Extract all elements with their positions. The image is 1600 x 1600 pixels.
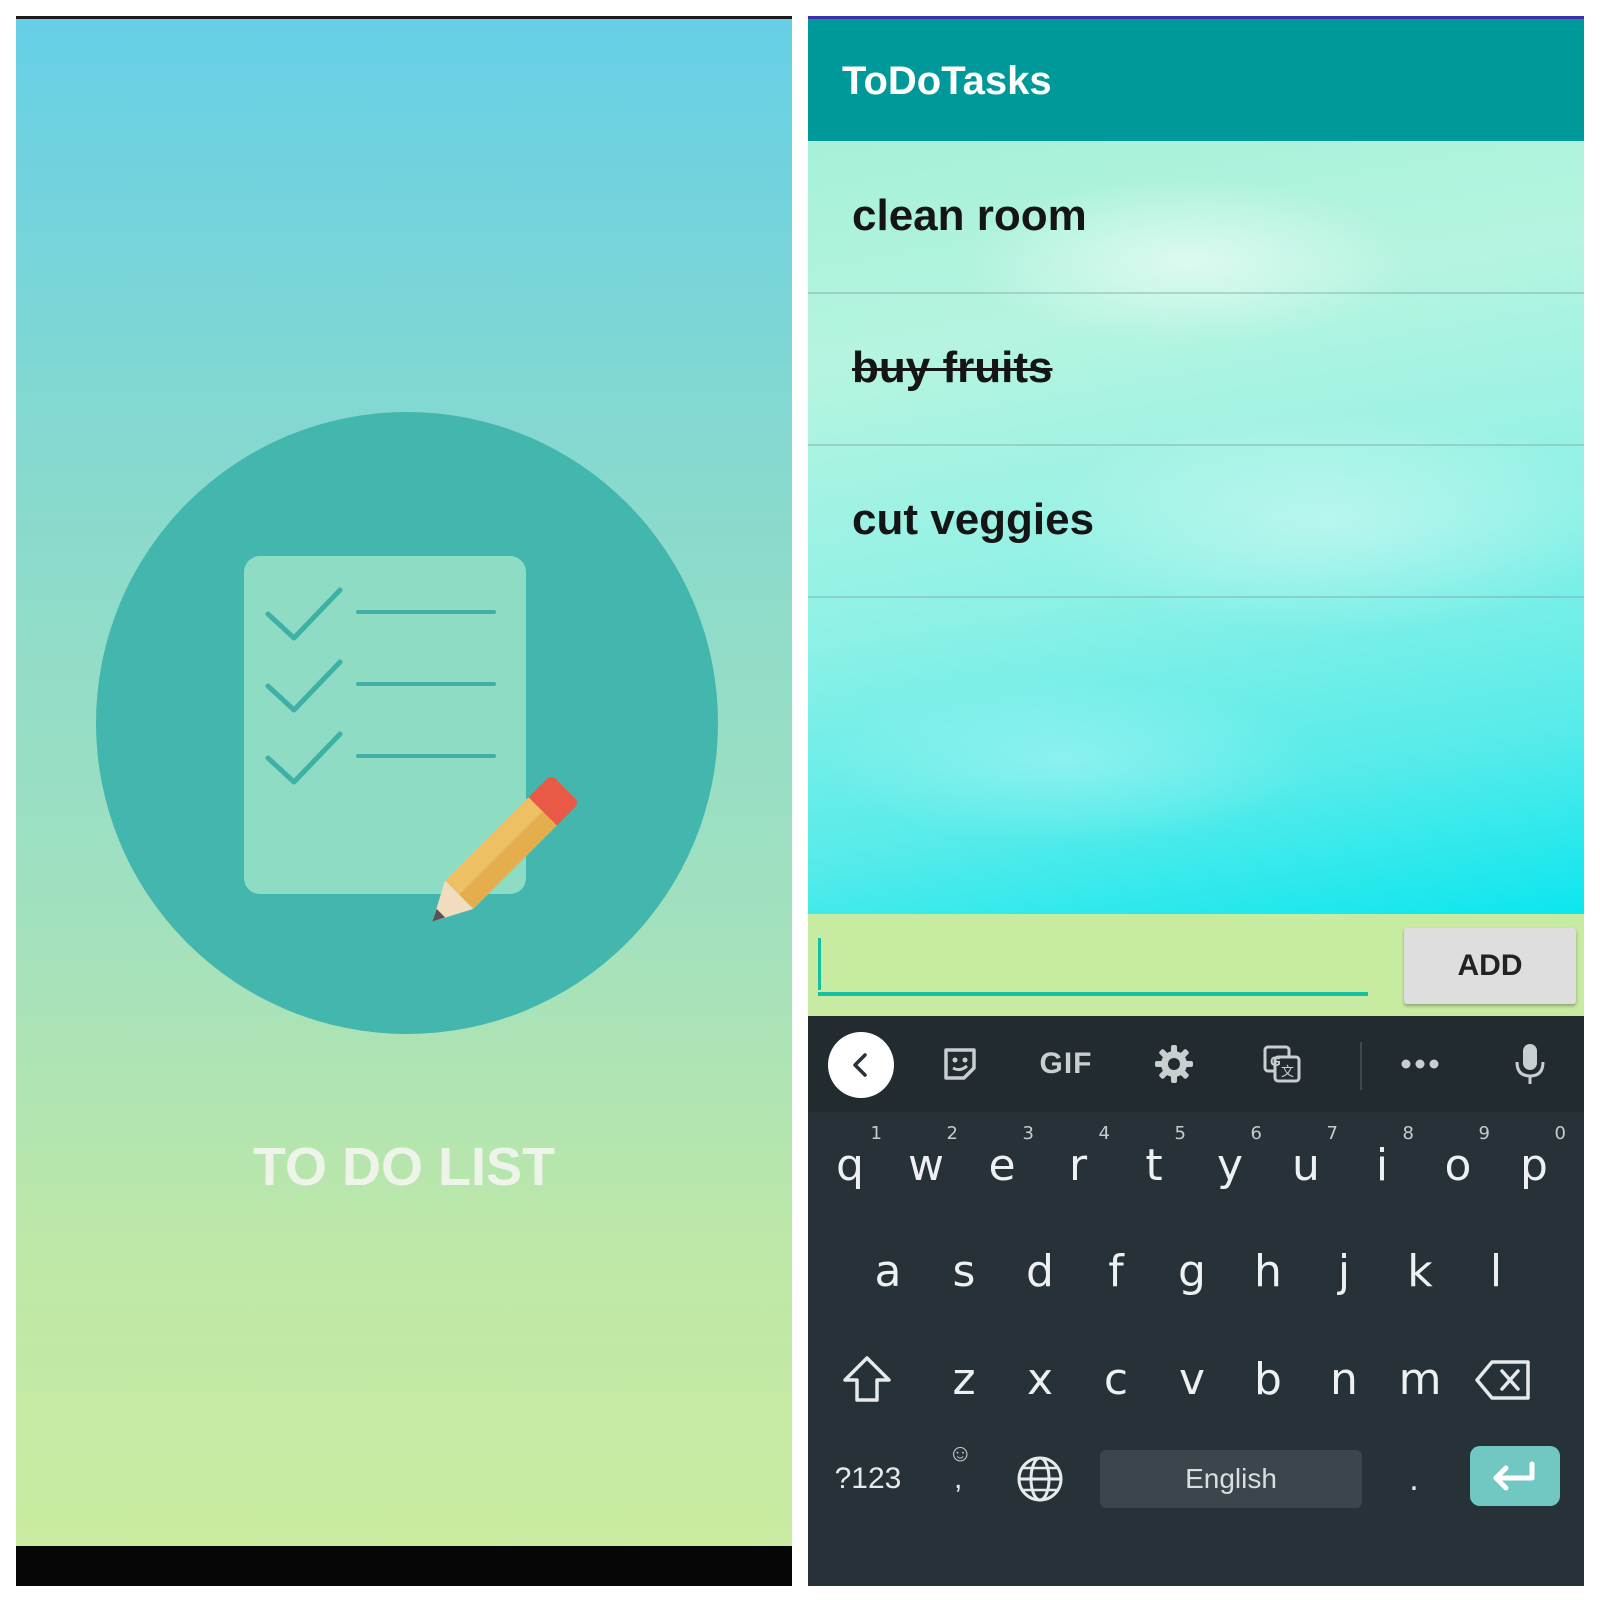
- navigation-bar: [808, 1562, 1584, 1586]
- key-hint: 2: [946, 1123, 958, 1144]
- key-h[interactable]: h: [1230, 1222, 1306, 1322]
- task-item[interactable]: cut veggies: [808, 445, 1584, 598]
- key-c[interactable]: c: [1078, 1330, 1154, 1430]
- navigation-bar: [16, 1546, 792, 1586]
- key-x[interactable]: x: [1002, 1330, 1078, 1430]
- key-f[interactable]: f: [1078, 1222, 1154, 1322]
- key-y[interactable]: y6: [1192, 1116, 1268, 1216]
- comma-label: ,: [954, 1462, 963, 1495]
- key-hint: 0: [1554, 1123, 1566, 1144]
- globe-icon[interactable]: [1014, 1454, 1066, 1506]
- key-hint: 6: [1250, 1123, 1262, 1144]
- key-n[interactable]: n: [1306, 1330, 1382, 1430]
- key-u[interactable]: u7: [1268, 1116, 1344, 1216]
- task-list: clean room buy fruits cut veggies: [808, 141, 1584, 914]
- key-p[interactable]: p0: [1496, 1116, 1572, 1216]
- splash-title: TO DO LIST: [252, 1137, 555, 1197]
- key-label: p: [1520, 1140, 1548, 1191]
- key-l[interactable]: l: [1458, 1222, 1534, 1322]
- key-hint: 4: [1098, 1123, 1110, 1144]
- gif-button[interactable]: GIF: [1026, 1040, 1106, 1088]
- key-b[interactable]: b: [1230, 1330, 1306, 1430]
- task-text: cut veggies: [852, 495, 1095, 544]
- key-label: t: [1145, 1140, 1163, 1191]
- emoji-comma-key[interactable]: ☺ ,: [940, 1428, 984, 1508]
- toolbar-divider: [1360, 1042, 1362, 1090]
- task-item[interactable]: buy fruits: [808, 293, 1584, 446]
- key-hint: 1: [870, 1123, 882, 1144]
- task-text: clean room: [852, 191, 1087, 240]
- key-r[interactable]: r4: [1040, 1116, 1116, 1216]
- key-label: e: [988, 1140, 1016, 1191]
- keyboard: GIF G文 q 1 w 2 e 3 r 4 t 5 y 6 u 7 i 8 o…: [808, 1016, 1584, 1586]
- key-row-2: a s d f g h j k l: [808, 1222, 1584, 1322]
- key-j[interactable]: j: [1306, 1222, 1382, 1322]
- period-key[interactable]: .: [1392, 1450, 1436, 1508]
- enter-icon: [1493, 1461, 1535, 1491]
- pencil-icon: [432, 777, 577, 922]
- key-label: w: [908, 1140, 944, 1191]
- key-hint: 7: [1326, 1123, 1338, 1144]
- key-g[interactable]: g: [1154, 1222, 1230, 1322]
- symbols-key[interactable]: ?123: [828, 1450, 908, 1508]
- gear-icon[interactable]: [1150, 1040, 1198, 1088]
- new-task-bar: ADD: [808, 914, 1584, 1016]
- app-bar: ToDoTasks: [808, 19, 1584, 141]
- key-q[interactable]: q1: [812, 1116, 888, 1216]
- key-d[interactable]: d: [1002, 1222, 1078, 1322]
- key-s[interactable]: s: [926, 1222, 1002, 1322]
- key-label: y: [1216, 1140, 1244, 1191]
- task-item[interactable]: clean room: [808, 141, 1584, 294]
- key-row-1: q1 w2 e3 r4 t5 y6 u7 i8 o9 p0: [808, 1116, 1584, 1216]
- add-button[interactable]: ADD: [1404, 928, 1576, 1004]
- key-hint: 5: [1174, 1123, 1186, 1144]
- key-e[interactable]: e3: [964, 1116, 1040, 1216]
- check-item-icon: [264, 582, 504, 642]
- gif-label: GIF: [1039, 1047, 1093, 1080]
- key-label: u: [1292, 1140, 1320, 1191]
- splash-screen: TO DO LIST: [16, 16, 792, 1586]
- key-i[interactable]: i8: [1344, 1116, 1420, 1216]
- key-label: i: [1375, 1140, 1389, 1191]
- key-label: o: [1444, 1140, 1472, 1191]
- backspace-icon[interactable]: [1472, 1358, 1534, 1404]
- app-title: ToDoTasks: [842, 59, 1052, 103]
- keyboard-toolbar: GIF G文: [808, 1016, 1584, 1112]
- more-icon[interactable]: [1396, 1040, 1444, 1088]
- sticker-icon[interactable]: [936, 1040, 984, 1088]
- key-hint: 9: [1478, 1123, 1490, 1144]
- key-row-3: z x c v b n m: [808, 1330, 1584, 1430]
- shift-icon[interactable]: [836, 1354, 898, 1406]
- key-z[interactable]: z: [926, 1330, 1002, 1430]
- microphone-icon[interactable]: [1506, 1040, 1554, 1088]
- key-hint: 3: [1022, 1123, 1034, 1144]
- svg-text:文: 文: [1281, 1065, 1294, 1080]
- key-m[interactable]: m: [1382, 1330, 1458, 1430]
- status-bar: [16, 16, 792, 19]
- text-cursor: [818, 938, 821, 990]
- key-t[interactable]: t5: [1116, 1116, 1192, 1216]
- enter-key[interactable]: [1470, 1446, 1560, 1506]
- key-v[interactable]: v: [1154, 1330, 1230, 1430]
- key-k[interactable]: k: [1382, 1222, 1458, 1322]
- key-label: q: [836, 1140, 864, 1191]
- new-task-input[interactable]: [818, 936, 1368, 996]
- task-text-completed: buy fruits: [852, 343, 1053, 392]
- key-hint: 8: [1402, 1123, 1414, 1144]
- key-w[interactable]: w2: [888, 1116, 964, 1216]
- key-o[interactable]: o9: [1420, 1116, 1496, 1216]
- key-label: r: [1068, 1140, 1088, 1191]
- svg-text:G: G: [1270, 1053, 1281, 1069]
- todo-app-screen: ToDoTasks clean room buy fruits cut vegg…: [808, 16, 1584, 1586]
- space-key[interactable]: English: [1100, 1450, 1362, 1508]
- chevron-left-icon[interactable]: [828, 1032, 894, 1098]
- check-item-icon: [264, 654, 504, 714]
- key-a[interactable]: a: [850, 1222, 926, 1322]
- translate-icon[interactable]: G文: [1258, 1040, 1306, 1088]
